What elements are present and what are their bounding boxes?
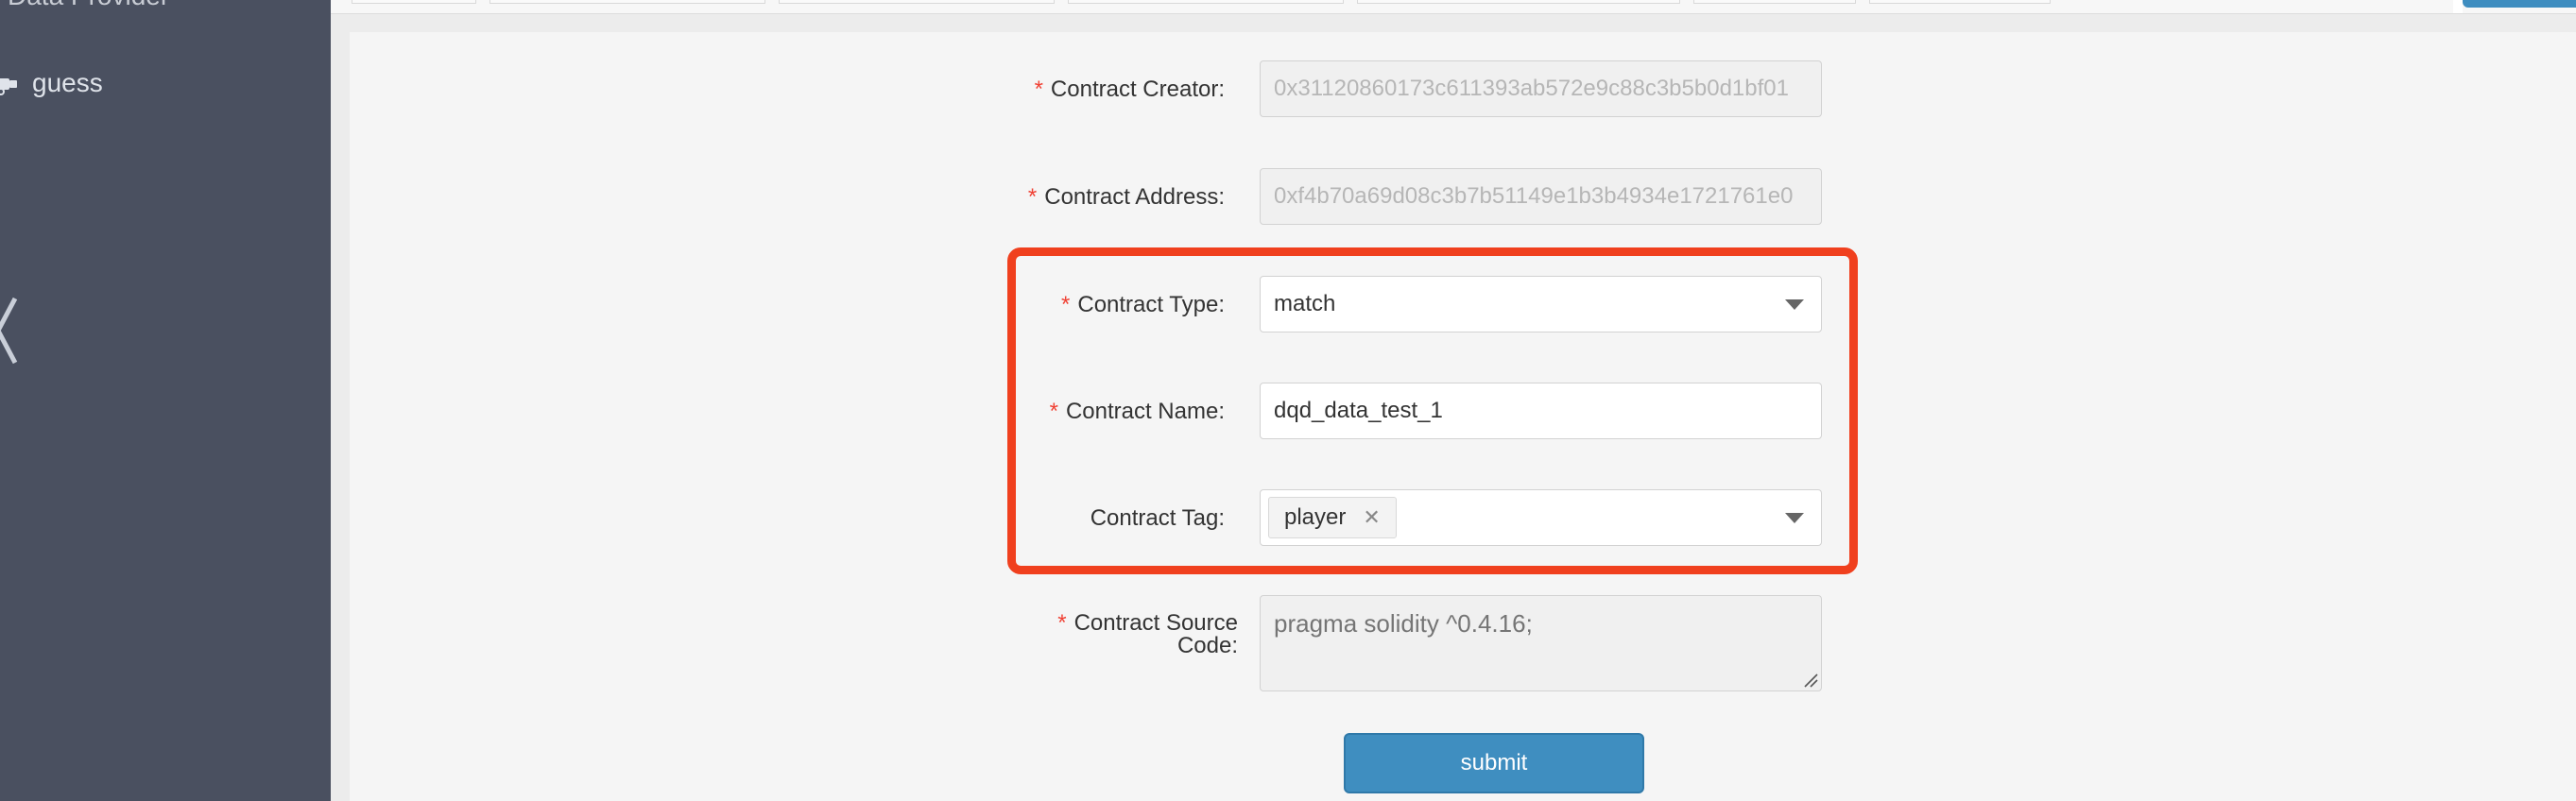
- top-tab-bar: [331, 0, 2576, 14]
- contract-address-label: * Contract Address:: [1027, 184, 1225, 210]
- tab[interactable]: [779, 0, 1055, 4]
- tab[interactable]: [352, 0, 476, 4]
- contract-name-input[interactable]: dqd_data_test_1: [1260, 383, 1822, 439]
- required-marker: *: [1057, 610, 1067, 636]
- contract-type-label: * Contract Type:: [1061, 292, 1225, 317]
- tab[interactable]: [1357, 0, 1680, 4]
- sidebar-item-data-provider[interactable]: Data Provider: [8, 0, 169, 11]
- tab[interactable]: [489, 0, 765, 4]
- contract-source-code-textarea: [1260, 595, 1822, 691]
- contract-creator-label: * Contract Creator:: [1034, 77, 1225, 102]
- tab[interactable]: [1693, 0, 1856, 4]
- contract-tag-select[interactable]: player ✕: [1260, 489, 1822, 546]
- tag-chip: player ✕: [1268, 497, 1397, 538]
- contract-tag-label: Contract Tag:: [1090, 505, 1225, 531]
- contract-type-row: * Contract Type: match: [0, 276, 2576, 334]
- close-icon[interactable]: ✕: [1363, 505, 1380, 530]
- submit-button[interactable]: submit: [1344, 733, 1644, 793]
- chevron-down-icon[interactable]: [1785, 299, 1804, 310]
- required-marker: *: [1034, 77, 1043, 102]
- required-marker: *: [1061, 292, 1071, 317]
- contract-tag-row: Contract Tag: player ✕: [0, 489, 2576, 548]
- contract-creator-row: * Contract Creator: 0x31120860173c611393…: [0, 60, 2576, 119]
- tab[interactable]: [1869, 0, 2051, 4]
- required-marker: *: [1027, 184, 1038, 210]
- top-action-button[interactable]: [2463, 0, 2576, 8]
- contract-name-row: * Contract Name: dqd_data_test_1: [0, 383, 2576, 441]
- contract-address-row: * Contract Address: 0xf4b70a69d08c3b7b51…: [0, 168, 2576, 227]
- chevron-down-icon[interactable]: [1785, 513, 1804, 523]
- contract-source-code-label: * Contract Source Code:: [1057, 610, 1238, 658]
- resize-handle-icon[interactable]: [1803, 673, 1818, 688]
- required-marker: *: [1049, 399, 1058, 424]
- contract-address-field: 0xf4b70a69d08c3b7b51149e1b3b4934e1721761…: [1260, 168, 1822, 225]
- tab[interactable]: [1068, 0, 1344, 4]
- contract-creator-field: 0x31120860173c611393ab572e9c88c3b5b0d1bf…: [1260, 60, 1822, 117]
- contract-type-select[interactable]: match: [1260, 276, 1822, 332]
- contract-name-label: * Contract Name:: [1049, 399, 1225, 424]
